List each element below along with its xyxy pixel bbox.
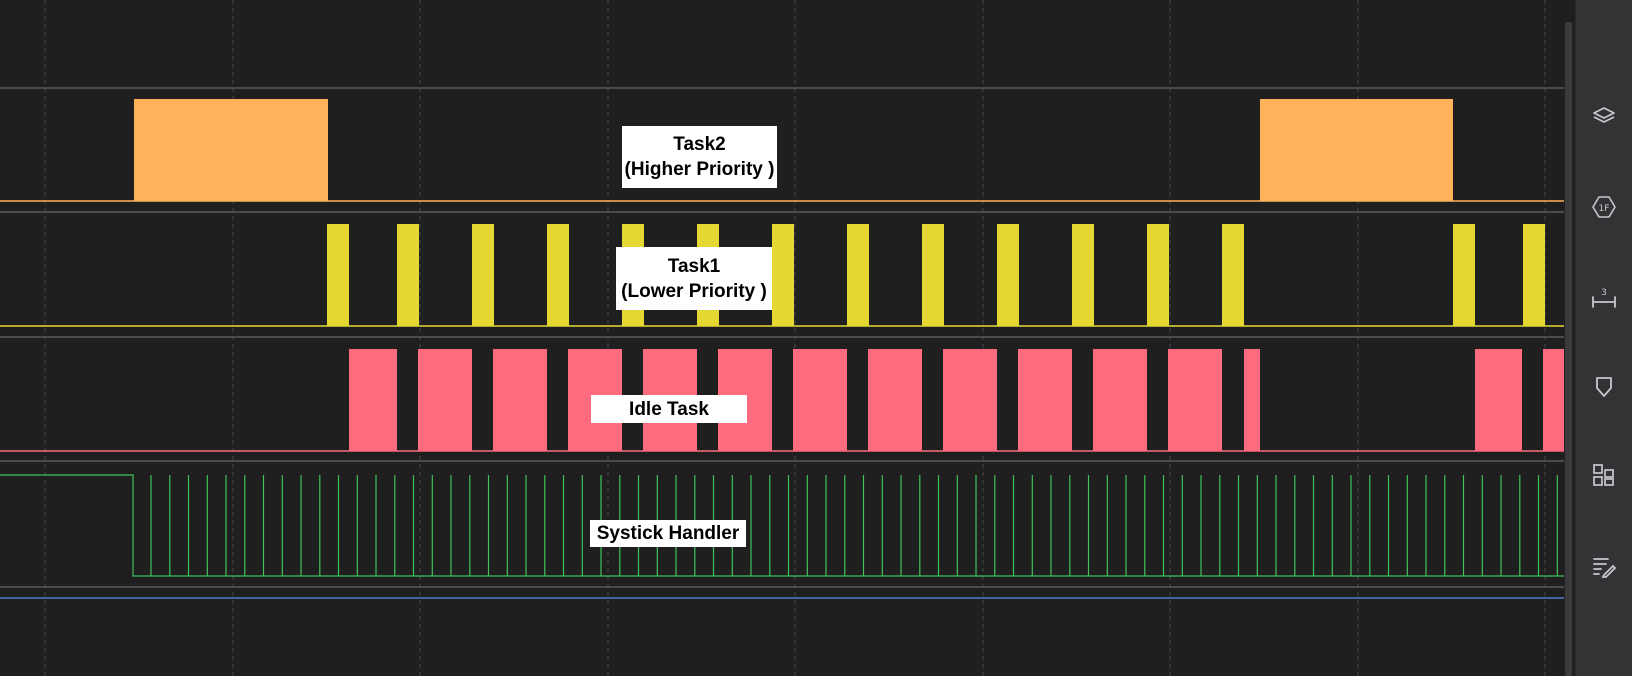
idle-pulse: [943, 349, 997, 451]
ruler-icon[interactable]: 3: [1590, 284, 1618, 312]
marker-icon[interactable]: [1590, 373, 1618, 401]
hex-badge-text: 1F: [1599, 204, 1610, 214]
systick-label-text: Systick Handler: [596, 523, 740, 544]
grid-layout-icon[interactable]: [1590, 461, 1618, 489]
task1-label-line2: (Lower Priority ): [621, 280, 767, 302]
task1-pulse: [1147, 224, 1169, 326]
task1-pulse: [1222, 224, 1244, 326]
idle-task-label: Idle Task: [591, 395, 747, 423]
task2-pulse: [134, 99, 328, 201]
idle-pulse: [793, 349, 847, 451]
task1-pulse: [1523, 224, 1545, 326]
task2-label-line1: Task2: [673, 134, 726, 155]
task1-label-line1: Task1: [667, 255, 721, 277]
task1-pulse: [847, 224, 869, 326]
waveform-canvas[interactable]: [0, 0, 1575, 676]
hex-badge-icon[interactable]: 1F: [1590, 193, 1618, 221]
ruler-text: 3: [1601, 288, 1607, 298]
idle-pulse: [1018, 349, 1072, 451]
task1-pulse: [1453, 224, 1475, 326]
idle-pulse: [1475, 349, 1522, 451]
task1-label: Task1 (Lower Priority ): [616, 247, 772, 310]
task2-label: Task2 (Higher Priority ): [622, 126, 777, 188]
waveform-view[interactable]: Task2 (Higher Priority ) Task1 (Lower Pr…: [0, 0, 1575, 676]
idle-pulse: [349, 349, 397, 451]
idle-pulse: [1168, 349, 1222, 451]
task2-pulse: [1260, 99, 1453, 201]
edit-list-icon[interactable]: [1590, 552, 1618, 580]
idle-pulse: [868, 349, 922, 451]
task1-pulse: [397, 224, 419, 326]
systick-trace: [0, 474, 1564, 577]
task1-pulse: [327, 224, 349, 326]
task1-pulse: [472, 224, 494, 326]
layers-icon[interactable]: [1590, 102, 1618, 130]
idle-pulse: [1244, 349, 1260, 451]
systick-label: Systick Handler: [590, 520, 746, 547]
task1-pulse: [772, 224, 794, 326]
right-toolbar: 1F 3: [1575, 0, 1632, 676]
idle-pulse: [493, 349, 547, 451]
task1-pulse: [997, 224, 1019, 326]
task1-pulse: [922, 224, 944, 326]
task2-label-line2: (Higher Priority ): [624, 159, 775, 180]
idle-pulse: [1093, 349, 1147, 451]
vertical-scrollbar-thumb[interactable]: [1565, 22, 1572, 676]
idle-pulse: [1543, 349, 1564, 451]
task1-pulse: [547, 224, 569, 326]
idle-pulse: [418, 349, 472, 451]
task1-pulse: [1072, 224, 1094, 326]
idle-task-label-text: Idle Task: [629, 398, 709, 420]
